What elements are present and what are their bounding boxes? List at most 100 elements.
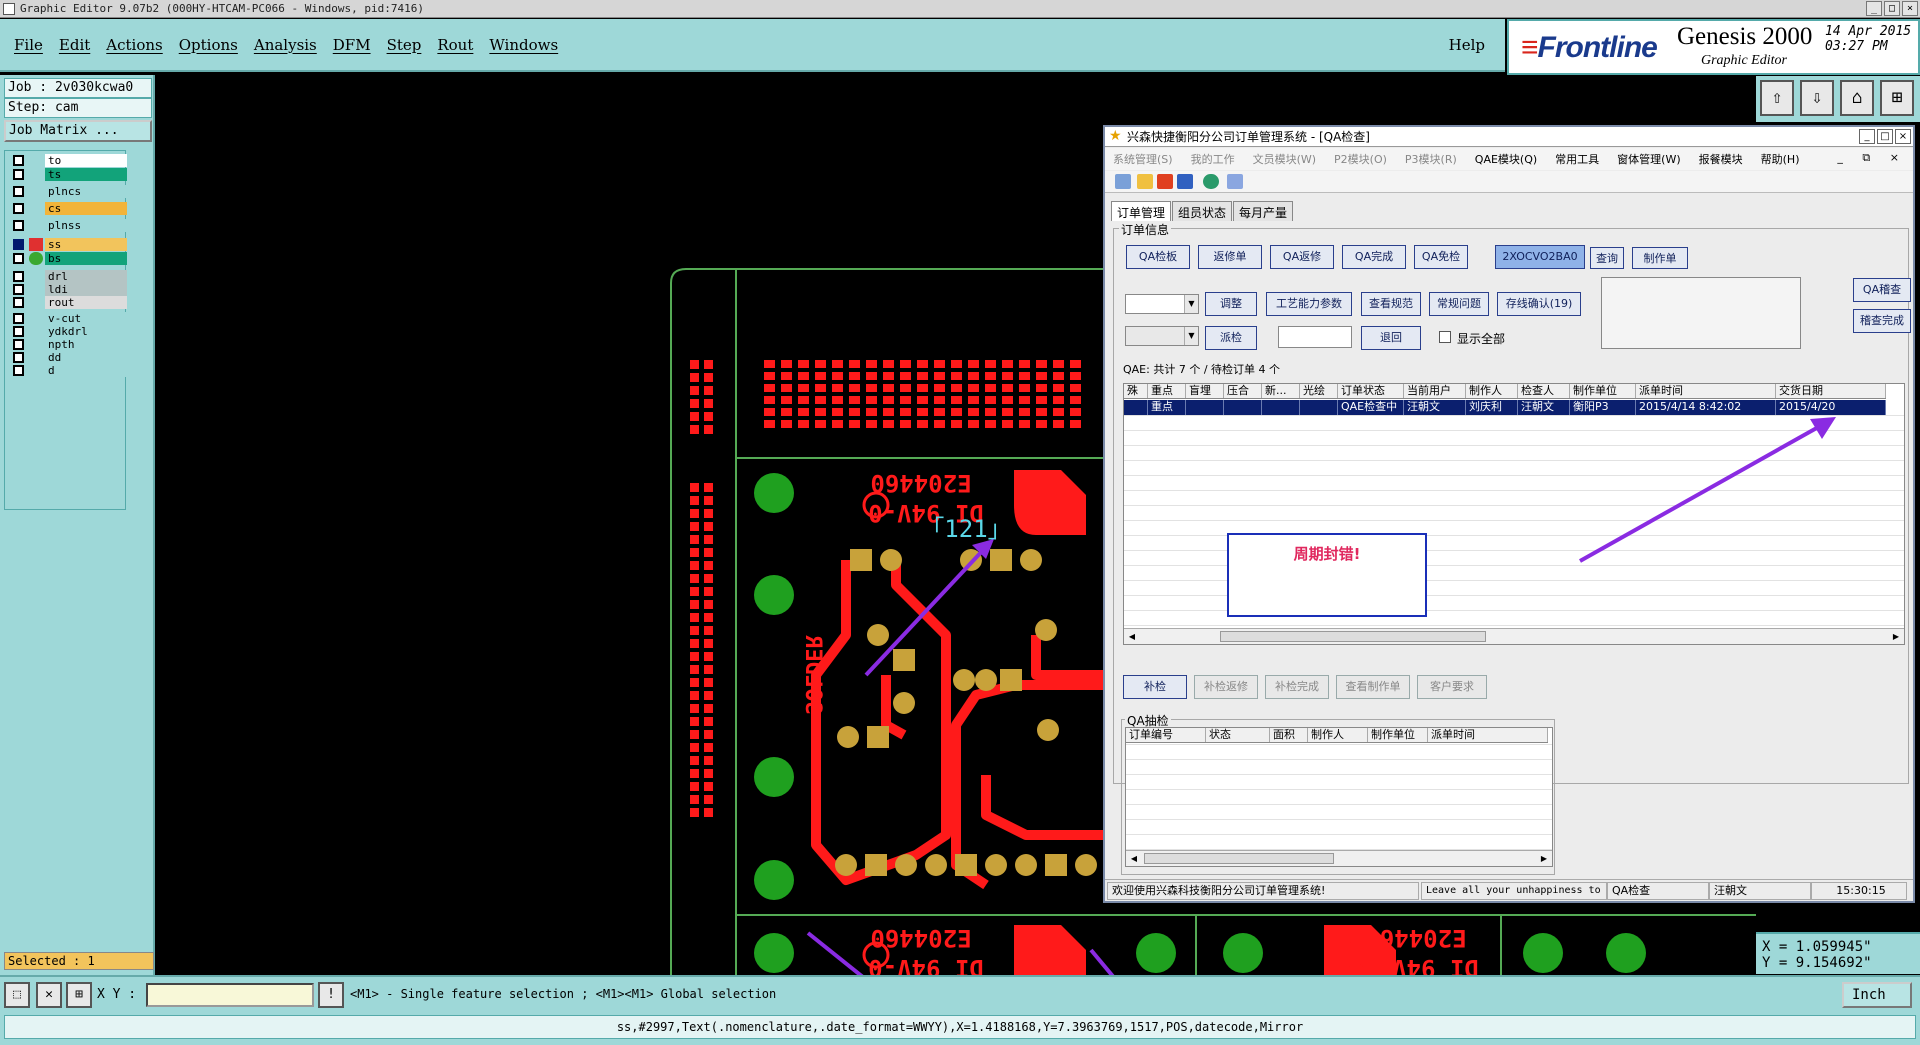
scroll-thumb[interactable] [1220, 631, 1486, 642]
menu-file[interactable]: File [14, 36, 43, 54]
tab-member-status[interactable]: 组员状态 [1172, 201, 1233, 221]
view-make-order-button[interactable]: 查看制作单 [1336, 675, 1410, 699]
sample-col-header[interactable]: 状态 [1206, 728, 1270, 742]
layer-checkbox[interactable] [13, 253, 24, 264]
recheck-button[interactable]: 补检 [1123, 675, 1187, 699]
grid-col-header[interactable]: 订单状态 [1338, 384, 1404, 398]
qa-menu-item[interactable]: 我的工作 [1191, 151, 1235, 167]
layer-checkbox[interactable] [13, 239, 24, 250]
menu-options[interactable]: Options [179, 36, 238, 54]
window-grid-icon[interactable]: ⊞ [1880, 80, 1914, 116]
show-all-checkbox[interactable] [1439, 331, 1451, 343]
grid-col-header[interactable]: 压合 [1224, 384, 1262, 398]
xy-input[interactable] [146, 983, 314, 1007]
layer-row-cs[interactable]: cs [9, 201, 127, 215]
close-button[interactable]: × [1902, 1, 1918, 16]
tab-order-management[interactable]: 订单管理 [1111, 201, 1172, 221]
upload-icon[interactable]: ⇧ [1760, 80, 1794, 116]
menu-actions[interactable]: Actions [106, 36, 162, 54]
layer-checkbox[interactable] [13, 352, 24, 363]
grid-col-header[interactable]: 制作单位 [1570, 384, 1636, 398]
qa-rework-button[interactable]: QA返修 [1270, 245, 1334, 269]
grid-col-header[interactable]: 新... [1262, 384, 1300, 398]
user-icon[interactable] [1227, 174, 1243, 189]
qa-menu-item[interactable]: 窗体管理(W) [1617, 151, 1680, 167]
stock-confirm-button[interactable]: 存线确认(19) [1497, 292, 1581, 316]
qa-menu-item[interactable]: QAE模块(Q) [1475, 151, 1537, 167]
qa-menu-item[interactable]: 系统管理(S) [1113, 151, 1173, 167]
grid-col-header[interactable]: 重点 [1148, 384, 1186, 398]
qa-menu-item[interactable]: 文员模块(W) [1253, 151, 1316, 167]
audit-complete-button[interactable]: 稽查完成 [1853, 309, 1911, 333]
layer-checkbox[interactable] [13, 155, 24, 166]
layer-row-drl[interactable]: drl [9, 269, 127, 283]
layer-row-ydkdrl[interactable]: ydkdrl [9, 324, 127, 338]
notes-area[interactable] [1601, 277, 1801, 349]
layer-row-ldi[interactable]: ldi [9, 282, 127, 296]
qa-menu-item[interactable]: P2模块(O) [1334, 151, 1387, 167]
qa-maximize-button[interactable]: □ [1877, 129, 1893, 144]
layer-checkbox[interactable] [13, 271, 24, 282]
filter-select-1[interactable]: ▼ [1125, 294, 1199, 314]
cross-tool-icon[interactable]: ✕ [36, 982, 62, 1008]
select-tool-icon[interactable]: ⬚ [4, 982, 30, 1008]
layer-checkbox[interactable] [13, 297, 24, 308]
layer-checkbox[interactable] [13, 220, 24, 231]
layer-checkbox[interactable] [13, 284, 24, 295]
layer-checkbox[interactable] [13, 203, 24, 214]
menu-step[interactable]: Step [387, 36, 422, 54]
menu-rout[interactable]: Rout [437, 36, 473, 54]
layer-row-rout[interactable]: rout [9, 295, 127, 309]
menu-edit[interactable]: Edit [59, 36, 90, 54]
filter-select-2[interactable]: ▼ [1125, 326, 1199, 346]
sample-grid-scrollbar[interactable]: ◀ ▶ [1126, 850, 1552, 866]
customer-requirements-button[interactable]: 客户要求 [1417, 675, 1487, 699]
grid-col-header[interactable]: 盲埋 [1186, 384, 1224, 398]
sample-grid[interactable]: 订单编号 状态 面积 制作人 制作单位 派单时间 ◀ ▶ [1125, 727, 1553, 867]
layer-row-ss[interactable]: ss [9, 237, 127, 251]
job-matrix-button[interactable]: Job Matrix ... [4, 120, 152, 142]
sample-col-header[interactable]: 订单编号 [1126, 728, 1206, 742]
order-code-field[interactable]: 2XOCVO2BA0 [1495, 245, 1585, 269]
layer-checkbox[interactable] [13, 365, 24, 376]
sample-col-header[interactable]: 派单时间 [1428, 728, 1548, 742]
layer-checkbox[interactable] [13, 339, 24, 350]
layer-checkbox[interactable] [13, 326, 24, 337]
scroll-right-icon[interactable]: ▶ [1537, 852, 1551, 865]
tab-monthly-output[interactable]: 每月产量 [1233, 201, 1294, 221]
grid-col-header[interactable]: 制作人 [1466, 384, 1518, 398]
order-grid-scrollbar[interactable]: ◀ ▶ [1124, 628, 1904, 644]
sample-col-header[interactable]: 面积 [1270, 728, 1308, 742]
grid-col-header[interactable]: 殊 [1124, 384, 1148, 398]
view-spec-button[interactable]: 查看规范 [1361, 292, 1421, 316]
grid-col-header[interactable]: 当前用户 [1404, 384, 1466, 398]
layer-row-to[interactable]: to [9, 153, 127, 167]
make-order-button[interactable]: 制作单 [1632, 247, 1688, 269]
info-icon[interactable]: ! [318, 982, 344, 1008]
scroll-left-icon[interactable]: ◀ [1125, 630, 1139, 643]
process-params-button[interactable]: 工艺能力参数 [1266, 292, 1352, 316]
chart-icon[interactable] [1157, 174, 1173, 189]
download-icon[interactable]: ⇩ [1800, 80, 1834, 116]
table-icon[interactable] [1115, 174, 1131, 189]
grid-col-header[interactable]: 派单时间 [1636, 384, 1776, 398]
scroll-left-icon[interactable]: ◀ [1127, 852, 1141, 865]
common-issues-button[interactable]: 常规问题 [1429, 292, 1489, 316]
scroll-right-icon[interactable]: ▶ [1889, 630, 1903, 643]
qa-menu-item[interactable]: 报餐模块 [1699, 151, 1743, 167]
layer-row-bs[interactable]: bs [9, 251, 127, 265]
qa-audit-button[interactable]: QA稽查 [1853, 278, 1911, 302]
qa-minimize-button[interactable]: _ [1859, 129, 1875, 144]
menu-windows[interactable]: Windows [489, 36, 558, 54]
qa-menu-item[interactable]: 帮助(H) [1761, 151, 1800, 167]
layer-checkbox[interactable] [13, 169, 24, 180]
recheck-rework-button[interactable]: 补检返修 [1194, 675, 1258, 699]
qa-menu-item[interactable]: P3模块(R) [1405, 151, 1457, 167]
layer-row-dd[interactable]: dd [9, 350, 127, 364]
layer-checkbox[interactable] [13, 186, 24, 197]
recheck-complete-button[interactable]: 补检完成 [1265, 675, 1329, 699]
query-button[interactable]: 查询 [1590, 247, 1624, 269]
unit-select[interactable]: Inch [1842, 982, 1912, 1008]
dispatch-input[interactable] [1278, 326, 1352, 348]
layer-row-d[interactable]: d [9, 363, 127, 377]
